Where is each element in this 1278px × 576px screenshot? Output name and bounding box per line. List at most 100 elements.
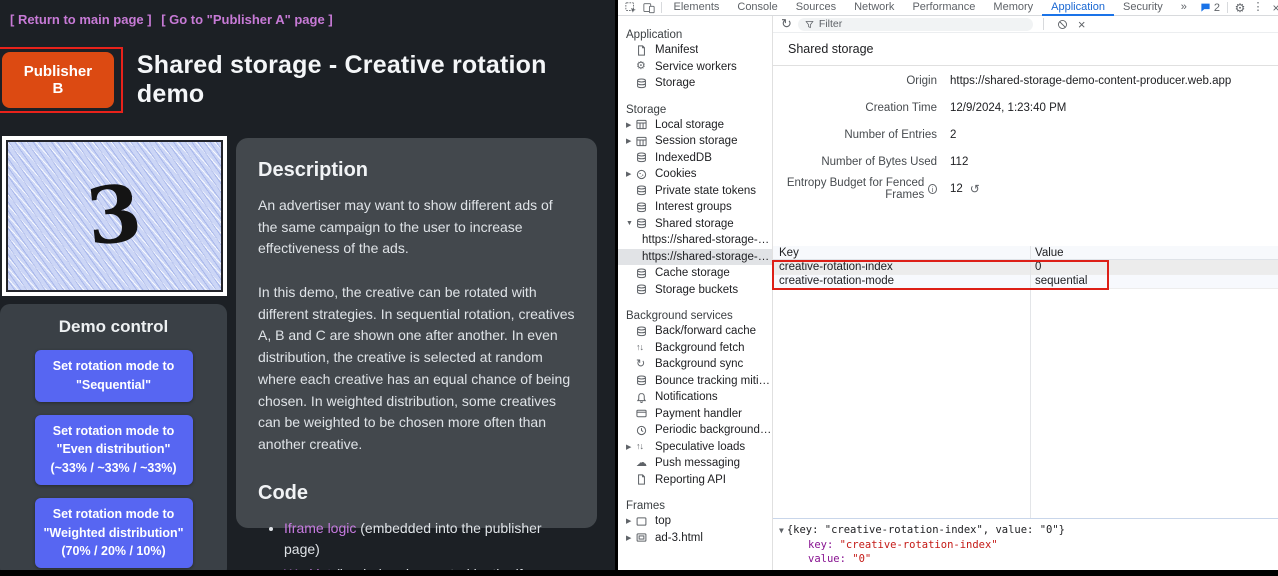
sidebar-item-https-shared-storage-d[interactable]: https://shared-storage-d... bbox=[618, 232, 772, 249]
publisher-a-link[interactable]: [ Go to "Publisher A" page ] bbox=[161, 12, 332, 27]
tab-memory[interactable]: Memory bbox=[984, 0, 1042, 16]
sidebar-item-top[interactable]: ▶top bbox=[618, 513, 772, 530]
expand-triangle-icon[interactable]: ▼ bbox=[779, 526, 784, 535]
sidebar-item-private-state-tokens[interactable]: Private state tokens bbox=[618, 183, 772, 200]
sidebar-item-label: Cookies bbox=[655, 168, 697, 180]
tree-expand-arrow-icon[interactable]: ▶ bbox=[626, 443, 636, 451]
panel-toolbar: ↻ Filter × bbox=[773, 16, 1278, 33]
tab-console[interactable]: Console bbox=[728, 0, 786, 16]
devtools-body: ApplicationManifest⚙Service workersStora… bbox=[618, 16, 1278, 570]
screen: [ Return to main page ] [ Go to "Publish… bbox=[0, 0, 1278, 576]
sidebar-item-storage-buckets[interactable]: Storage buckets bbox=[618, 282, 772, 299]
refresh-icon[interactable]: ↻ bbox=[781, 16, 792, 32]
sidebar-item-session-storage[interactable]: ▶Session storage bbox=[618, 133, 772, 150]
preview-property-value: "creative-rotation-index" bbox=[840, 539, 998, 551]
metadata-value: 12/9/2024, 1:23:40 PM bbox=[950, 102, 1278, 114]
tab-sources[interactable]: Sources bbox=[787, 0, 845, 16]
code-link-worklet[interactable]: Worklet bbox=[284, 566, 331, 570]
sidebar-item-notifications[interactable]: Notifications bbox=[618, 389, 772, 406]
database-icon bbox=[636, 267, 650, 279]
reset-budget-icon[interactable]: ↺ bbox=[970, 183, 980, 195]
tree-expand-arrow-icon[interactable]: ▶ bbox=[626, 534, 636, 542]
demo-control-title: Demo control bbox=[0, 317, 227, 337]
tab-application[interactable]: Application bbox=[1042, 0, 1114, 16]
sidebar-item-label: Private state tokens bbox=[655, 185, 756, 197]
grid-header: Key Value bbox=[773, 246, 1278, 260]
sidebar-item-interest-groups[interactable]: Interest groups bbox=[618, 199, 772, 216]
storage-entry-row-creative-rotation-index[interactable]: creative-rotation-index0 bbox=[773, 260, 1278, 275]
return-to-main-link[interactable]: [ Return to main page ] bbox=[10, 12, 152, 27]
entry-key: creative-rotation-mode bbox=[773, 275, 1030, 287]
sidebar-item-label: Cache storage bbox=[655, 267, 730, 279]
sidebar-item-manifest[interactable]: Manifest bbox=[618, 42, 772, 59]
metadata-value: 12↺ bbox=[950, 183, 1278, 195]
sidebar-item-background-sync[interactable]: ↻Background sync bbox=[618, 356, 772, 373]
sidebar-item-service-workers[interactable]: ⚙Service workers bbox=[618, 59, 772, 76]
sidebar-item-storage[interactable]: Storage bbox=[618, 75, 772, 92]
filter-input[interactable]: Filter bbox=[798, 18, 1033, 31]
grid-header-key[interactable]: Key bbox=[773, 247, 1030, 259]
tree-expand-arrow-icon[interactable]: ▶ bbox=[626, 170, 636, 178]
info-icon[interactable]: i bbox=[928, 184, 937, 194]
issues-counter[interactable]: 2 bbox=[1200, 2, 1220, 14]
settings-gear-icon[interactable]: ⚙ bbox=[1231, 0, 1249, 16]
more-tabs-button[interactable]: » bbox=[1172, 0, 1196, 16]
sidebar-item-speculative-loads[interactable]: ▶↑↓Speculative loads bbox=[618, 439, 772, 456]
tree-expand-arrow-icon[interactable]: ▶ bbox=[626, 517, 636, 525]
sidebar-item-reporting-api[interactable]: Reporting API bbox=[618, 472, 772, 489]
publisher-b-annotation-box: Publisher B bbox=[0, 47, 123, 113]
sidebar-item-indexeddb[interactable]: IndexedDB bbox=[618, 150, 772, 167]
shared-storage-section-title: Shared storage bbox=[773, 33, 1278, 66]
preview-summary[interactable]: ▼{key: "creative-rotation-index", value:… bbox=[779, 523, 1270, 538]
close-devtools-icon[interactable]: × bbox=[1267, 0, 1278, 16]
inspect-element-icon[interactable] bbox=[622, 0, 640, 16]
sidebar-item-background-fetch[interactable]: ↑↓Background fetch bbox=[618, 340, 772, 357]
rotation-mode-button-even-distribution[interactable]: Set rotation mode to"Even distribution"(… bbox=[35, 415, 193, 485]
sidebar-item-payment-handler[interactable]: Payment handler bbox=[618, 406, 772, 423]
tab-network[interactable]: Network bbox=[845, 0, 903, 16]
sidebar-item-label: Reporting API bbox=[655, 474, 726, 486]
sidebar-item-cookies[interactable]: ▶ Cookies bbox=[618, 166, 772, 183]
devtools-tabbar-right: 2 ⚙ ⋮ × bbox=[1196, 0, 1278, 16]
grid-header-value[interactable]: Value bbox=[1030, 247, 1278, 259]
delete-selected-icon[interactable]: × bbox=[1078, 18, 1086, 31]
sidebar-item-label: Bounce tracking mitiga... bbox=[655, 375, 772, 387]
metadata-row-creation-time: Creation Time12/9/2024, 1:23:40 PM bbox=[773, 94, 1278, 121]
sidebar-item-back-forward-cache[interactable]: Back/forward cache bbox=[618, 323, 772, 340]
sidebar-item-push-messaging[interactable]: ☁Push messaging bbox=[618, 455, 772, 472]
sidebar-item-shared-storage[interactable]: ▼Shared storage bbox=[618, 216, 772, 233]
device-toolbar-icon[interactable] bbox=[640, 0, 658, 16]
description-card: Description An advertiser may want to sh… bbox=[236, 138, 597, 528]
sidebar-item-https-shared-storage-d[interactable]: https://shared-storage-d... bbox=[618, 249, 772, 266]
more-options-icon[interactable]: ⋮ bbox=[1249, 0, 1267, 16]
tree-expand-arrow-icon[interactable]: ▼ bbox=[626, 220, 636, 227]
metadata-label-text: Number of Entries bbox=[844, 129, 937, 141]
sidebar-item-label: Back/forward cache bbox=[655, 325, 756, 337]
toolbar-separator bbox=[1227, 2, 1228, 13]
publisher-b-button[interactable]: Publisher B bbox=[2, 52, 114, 108]
cloud-icon: ☁ bbox=[636, 457, 650, 469]
code-link-iframe-logic[interactable]: Iframe logic bbox=[284, 520, 356, 536]
tree-expand-arrow-icon[interactable]: ▶ bbox=[626, 121, 636, 129]
preview-entry-value: value: "0" bbox=[779, 552, 1270, 566]
sidebar-item-label: https://shared-storage-d... bbox=[642, 251, 772, 263]
demo-control-panel: Demo control Set rotation mode to"Sequen… bbox=[0, 304, 227, 570]
sidebar-item-cache-storage[interactable]: Cache storage bbox=[618, 265, 772, 282]
frame-icon bbox=[636, 515, 650, 527]
sidebar-item-periodic-background-s[interactable]: Periodic background s... bbox=[618, 422, 772, 439]
tab-elements[interactable]: Elements bbox=[665, 0, 729, 16]
storage-entry-row-creative-rotation-mode[interactable]: creative-rotation-modesequential bbox=[773, 275, 1278, 290]
tree-expand-arrow-icon[interactable]: ▶ bbox=[626, 137, 636, 145]
sidebar-item-local-storage[interactable]: ▶Local storage bbox=[618, 117, 772, 134]
preview-property-name: key: bbox=[808, 539, 840, 551]
rotation-mode-button-sequential[interactable]: Set rotation mode to"Sequential" bbox=[35, 350, 193, 402]
code-list-item: Iframe logic (embedded into the publishe… bbox=[284, 518, 575, 561]
application-main-panel: ↻ Filter × Shared storage bbox=[773, 16, 1278, 570]
metadata-value-text: 2 bbox=[950, 129, 956, 141]
tab-performance[interactable]: Performance bbox=[903, 0, 984, 16]
sidebar-item-ad-3-html[interactable]: ▶ad-3.html bbox=[618, 530, 772, 547]
sidebar-item-bounce-tracking-mitiga[interactable]: Bounce tracking mitiga... bbox=[618, 373, 772, 390]
rotation-mode-button-weighted-distribution[interactable]: Set rotation mode to"Weighted distributi… bbox=[35, 498, 193, 568]
tab-security[interactable]: Security bbox=[1114, 0, 1172, 16]
clear-all-icon[interactable] bbox=[1057, 19, 1068, 30]
